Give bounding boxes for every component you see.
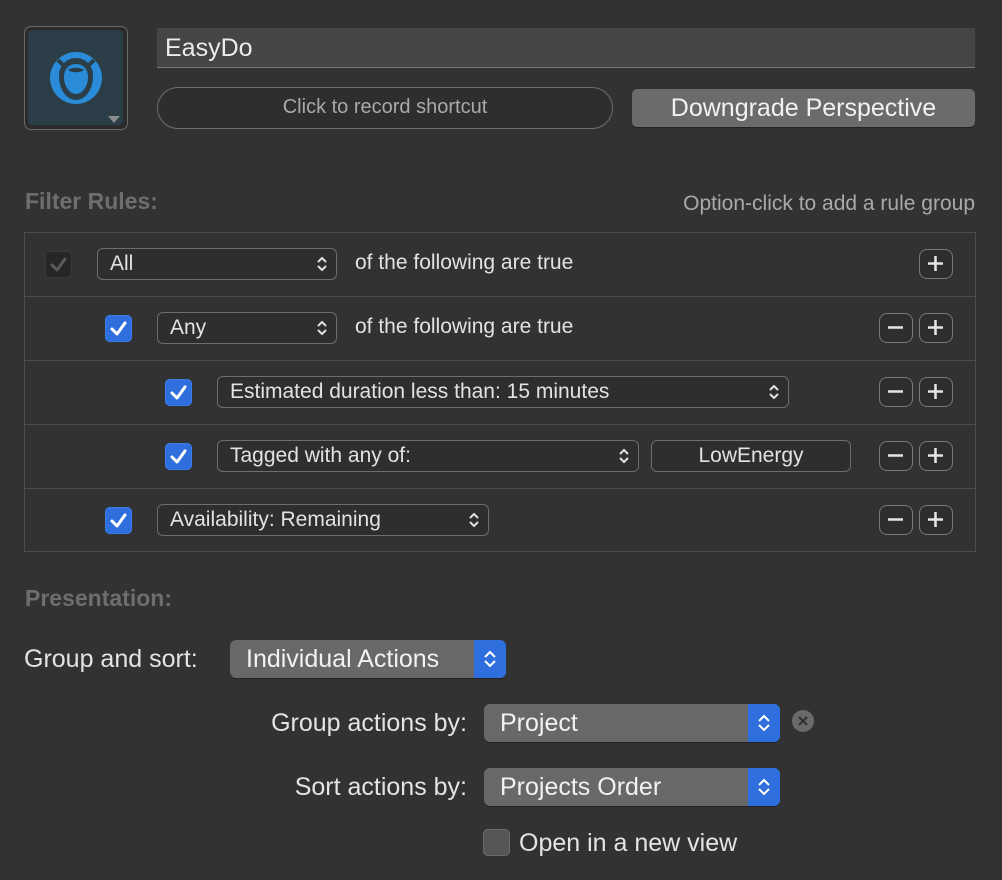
- minus-icon: [888, 454, 903, 457]
- rule-popup-label: All: [110, 252, 134, 275]
- rule-match-popup[interactable]: Any: [157, 312, 337, 344]
- presentation-heading: Presentation:: [25, 585, 172, 611]
- group-sort-label: Group and sort:: [24, 645, 198, 673]
- remove-rule-button[interactable]: [879, 505, 913, 535]
- rule-row-any: Any of the following are true: [25, 296, 975, 361]
- sort-by-label: Sort actions by:: [294, 773, 467, 801]
- tag-token[interactable]: LowEnergy: [651, 440, 851, 472]
- updown-chevron-icon: [317, 320, 327, 336]
- add-rule-button[interactable]: [919, 377, 953, 407]
- add-rule-button[interactable]: [919, 505, 953, 535]
- minus-icon: [888, 326, 903, 329]
- group-by-label: Group actions by:: [271, 709, 467, 737]
- rule-popup-label: Any: [170, 316, 207, 339]
- updown-chevron-icon: [758, 714, 770, 732]
- owl-app-icon: [28, 30, 123, 125]
- add-rule-button[interactable]: [919, 313, 953, 343]
- plus-icon: [928, 384, 943, 399]
- rule-checkbox[interactable]: [165, 443, 192, 470]
- perspective-icon-well[interactable]: [24, 26, 128, 130]
- rule-group-hint: Option-click to add a rule group: [683, 192, 975, 215]
- select-stepper: [748, 768, 780, 806]
- filter-rules-heading: Filter Rules:: [25, 188, 158, 214]
- select-stepper: [474, 640, 506, 678]
- rule-popup-label: Estimated duration less than: 15 minutes: [230, 380, 610, 403]
- group-sort-select[interactable]: Individual Actions: [230, 640, 506, 678]
- rule-popup-label: Availability: Remaining: [170, 508, 381, 531]
- rule-match-popup[interactable]: All: [97, 248, 337, 280]
- rule-condition-popup[interactable]: Tagged with any of:: [217, 440, 639, 472]
- rule-suffix-text: of the following are true: [355, 315, 574, 338]
- minus-icon: [888, 518, 903, 521]
- rule-row-duration: Estimated duration less than: 15 minutes: [25, 360, 975, 425]
- plus-icon: [928, 512, 943, 527]
- updown-chevron-icon: [317, 256, 327, 272]
- clear-icon[interactable]: [792, 710, 814, 732]
- rule-checkbox[interactable]: [165, 379, 192, 406]
- group-by-value: Project: [500, 709, 578, 737]
- filter-rules-box: All of the following are true Any of the…: [24, 232, 976, 552]
- group-sort-value: Individual Actions: [246, 645, 440, 673]
- updown-chevron-icon: [619, 448, 629, 464]
- updown-chevron-icon: [484, 650, 496, 668]
- plus-icon: [928, 320, 943, 335]
- plus-icon: [928, 448, 943, 463]
- sort-by-value: Projects Order: [500, 773, 662, 801]
- remove-rule-button[interactable]: [879, 441, 913, 471]
- rule-checkbox[interactable]: [105, 315, 132, 342]
- updown-chevron-icon: [769, 384, 779, 400]
- minus-icon: [888, 390, 903, 393]
- record-shortcut-field[interactable]: Click to record shortcut: [157, 87, 613, 129]
- open-new-view-checkbox[interactable]: [483, 829, 510, 856]
- perspective-name-field[interactable]: EasyDo: [157, 28, 975, 68]
- rule-checkbox[interactable]: [105, 507, 132, 534]
- group-by-select[interactable]: Project: [484, 704, 780, 742]
- add-rule-button[interactable]: [919, 249, 953, 279]
- rule-condition-popup[interactable]: Availability: Remaining: [157, 504, 489, 536]
- rule-checkbox: [45, 251, 72, 278]
- plus-icon: [928, 256, 943, 271]
- rule-condition-popup[interactable]: Estimated duration less than: 15 minutes: [217, 376, 789, 408]
- rule-row-availability: Availability: Remaining: [25, 488, 975, 553]
- sort-by-select[interactable]: Projects Order: [484, 768, 780, 806]
- rule-popup-label: Tagged with any of:: [230, 444, 411, 467]
- add-rule-button[interactable]: [919, 441, 953, 471]
- chevron-down-icon: [108, 116, 120, 123]
- open-new-view-label[interactable]: Open in a new view: [519, 829, 737, 858]
- rule-row-tags: Tagged with any of: LowEnergy: [25, 424, 975, 489]
- select-stepper: [748, 704, 780, 742]
- downgrade-perspective-button[interactable]: Downgrade Perspective: [632, 89, 975, 127]
- updown-chevron-icon: [469, 512, 479, 528]
- remove-rule-button[interactable]: [879, 313, 913, 343]
- rule-row-all: All of the following are true: [25, 233, 975, 297]
- updown-chevron-icon: [758, 778, 770, 796]
- remove-rule-button[interactable]: [879, 377, 913, 407]
- rule-suffix-text: of the following are true: [355, 251, 574, 274]
